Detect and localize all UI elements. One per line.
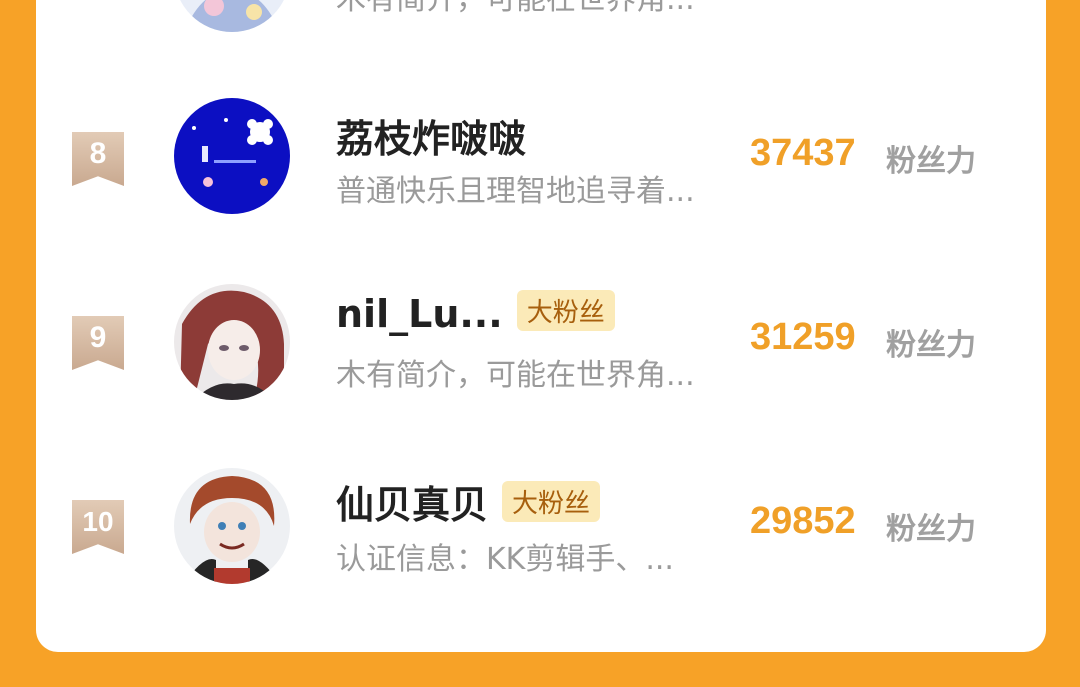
avatar-image: [174, 468, 290, 584]
avatar[interactable]: [174, 284, 290, 400]
fan-score-unit: 粉丝力: [886, 144, 976, 179]
user-bio: 木有简介，可能在世界角...: [336, 358, 695, 393]
avatar-image: [174, 0, 290, 32]
avatar-image: [174, 284, 290, 400]
user-name[interactable]: nil_Lu... 大粉丝: [336, 290, 615, 336]
user-name[interactable]: 荔枝炸啵啵: [336, 108, 526, 163]
fan-score: 31259: [750, 316, 856, 358]
avatar-image: [174, 98, 290, 214]
fan-score: 29852: [750, 500, 856, 542]
user-name-text[interactable]: 仙贝真贝: [336, 483, 488, 527]
fan-score-unit: 粉丝力: [886, 512, 976, 547]
rank-ribbon: 10: [72, 500, 124, 554]
big-fan-badge: 大粉丝: [502, 481, 601, 522]
rank-ribbon: 8: [72, 132, 124, 186]
user-bio: 认证信息：KK剪辑手、...: [336, 542, 674, 577]
big-fan-badge: 大粉丝: [516, 290, 615, 331]
user-name-text[interactable]: nil_Lu...: [336, 292, 503, 336]
fan-score-unit: 粉丝力: [886, 328, 976, 363]
user-bio: 普通快乐且理智地追寻着...: [336, 174, 695, 209]
avatar[interactable]: [174, 98, 290, 214]
leaderboard-card: 木有简介，可能在世界角... 8 荔枝炸啵啵 普通快乐且理智地追寻着: [36, 0, 1046, 652]
list-item[interactable]: 10 仙贝真贝 大粉丝 认证信息：KK剪辑手、... 29852 粉丝力: [36, 458, 1046, 608]
list-item[interactable]: 9 nil_Lu... 大粉丝 木有简介，可能在世界角... 31259 粉丝力: [36, 274, 1046, 424]
fan-score: 37437: [750, 132, 856, 174]
user-name[interactable]: 仙贝真贝 大粉丝: [336, 474, 601, 529]
rank-ribbon: 9: [72, 316, 124, 370]
avatar[interactable]: [174, 0, 290, 32]
user-name-text[interactable]: 荔枝炸啵啵: [336, 117, 526, 161]
avatar[interactable]: [174, 468, 290, 584]
list-item[interactable]: 8 荔枝炸啵啵 普通快乐且理智地追寻着... 37437 粉丝力: [36, 90, 1046, 240]
user-bio: 木有简介，可能在世界角...: [336, 0, 695, 18]
